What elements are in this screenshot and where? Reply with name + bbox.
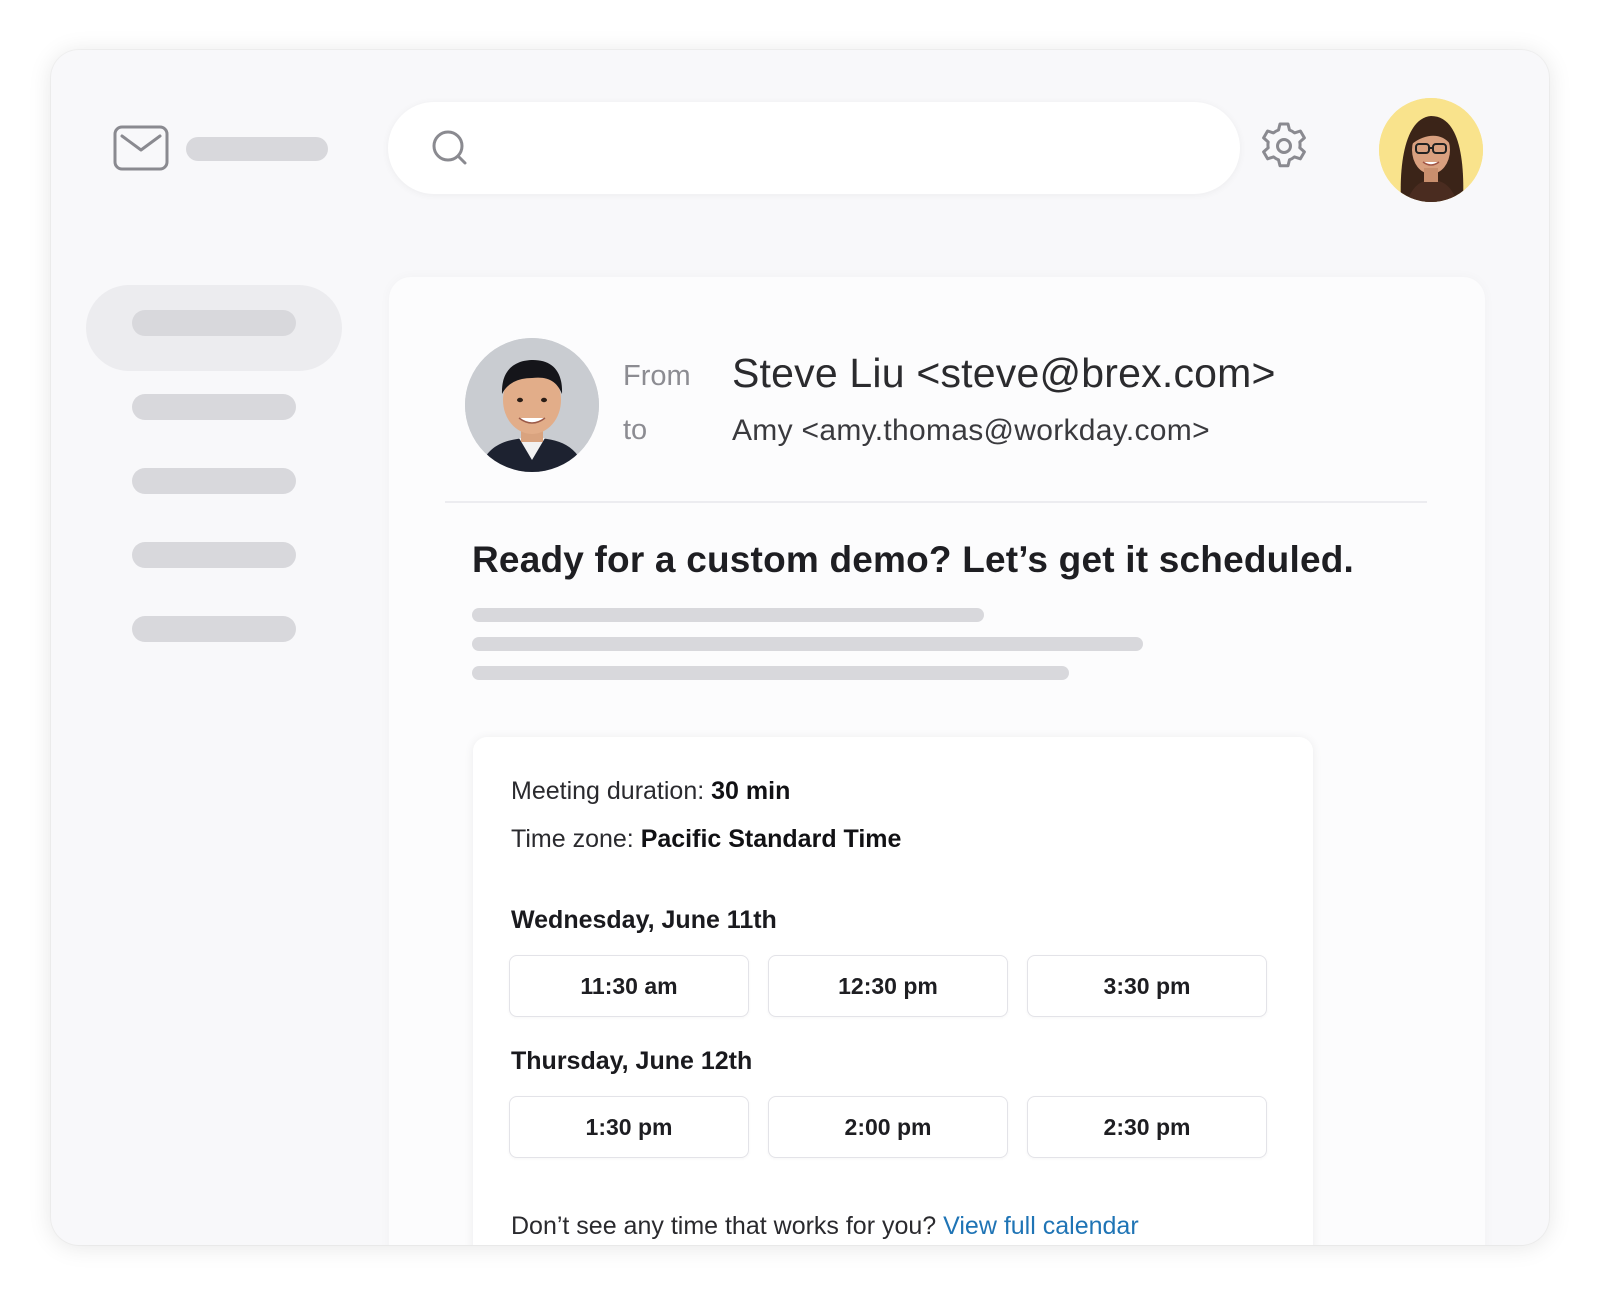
meeting-duration: Meeting duration: 30 min <box>511 777 790 806</box>
header-divider <box>445 501 1427 503</box>
user-avatar[interactable] <box>1379 98 1483 202</box>
mail-icon[interactable] <box>113 125 169 171</box>
sidebar-item-placeholder[interactable] <box>132 616 296 642</box>
body-text-placeholder <box>472 666 1069 680</box>
search-input[interactable] <box>388 102 1240 194</box>
to-label: to <box>623 414 648 446</box>
duration-value: 30 min <box>711 777 791 805</box>
time-slot-button[interactable]: 3:30 pm <box>1027 955 1267 1017</box>
time-slot-button[interactable]: 1:30 pm <box>509 1096 749 1158</box>
view-full-calendar-link[interactable]: View full calendar <box>943 1212 1138 1240</box>
app-name-placeholder <box>186 137 328 161</box>
sender-avatar <box>465 338 599 472</box>
sidebar-item-placeholder[interactable] <box>132 310 296 336</box>
day-heading: Thursday, June 12th <box>511 1047 753 1075</box>
time-slot-button[interactable]: 2:00 pm <box>768 1096 1008 1158</box>
body-text-placeholder <box>472 608 984 622</box>
email-view: From to Steve Liu <steve@brex.com> Amy <… <box>389 277 1485 1245</box>
sidebar-item-placeholder[interactable] <box>132 468 296 494</box>
timezone-value: Pacific Standard Time <box>640 825 902 853</box>
gear-icon[interactable] <box>1259 121 1309 171</box>
sidebar-item-placeholder[interactable] <box>132 542 296 568</box>
day-heading: Wednesday, June 11th <box>511 906 777 934</box>
body-text-placeholder <box>472 637 1143 651</box>
time-zone: Time zone: Pacific Standard Time <box>511 825 901 854</box>
scheduling-widget: Meeting duration: 30 min Time zone: Paci… <box>473 737 1313 1245</box>
duration-label: Meeting duration: <box>511 777 705 805</box>
from-label: From <box>623 360 691 392</box>
sender-address: Steve Liu <steve@brex.com> <box>732 350 1276 396</box>
time-slot-button[interactable]: 11:30 am <box>509 955 749 1017</box>
timezone-label: Time zone: <box>511 825 634 853</box>
search-icon <box>430 128 470 168</box>
recipient-address: Amy <amy.thomas@workday.com> <box>732 414 1210 447</box>
sidebar-item-placeholder[interactable] <box>132 394 296 420</box>
mail-app-window: From to Steve Liu <steve@brex.com> Amy <… <box>51 50 1549 1245</box>
time-slot-button[interactable]: 12:30 pm <box>768 955 1008 1017</box>
footer-text: Don’t see any time that works for you? <box>511 1212 937 1240</box>
email-subject: Ready for a custom demo? Let’s get it sc… <box>472 539 1355 580</box>
calendar-footer: Don’t see any time that works for you? V… <box>511 1212 1139 1241</box>
time-slot-button[interactable]: 2:30 pm <box>1027 1096 1267 1158</box>
